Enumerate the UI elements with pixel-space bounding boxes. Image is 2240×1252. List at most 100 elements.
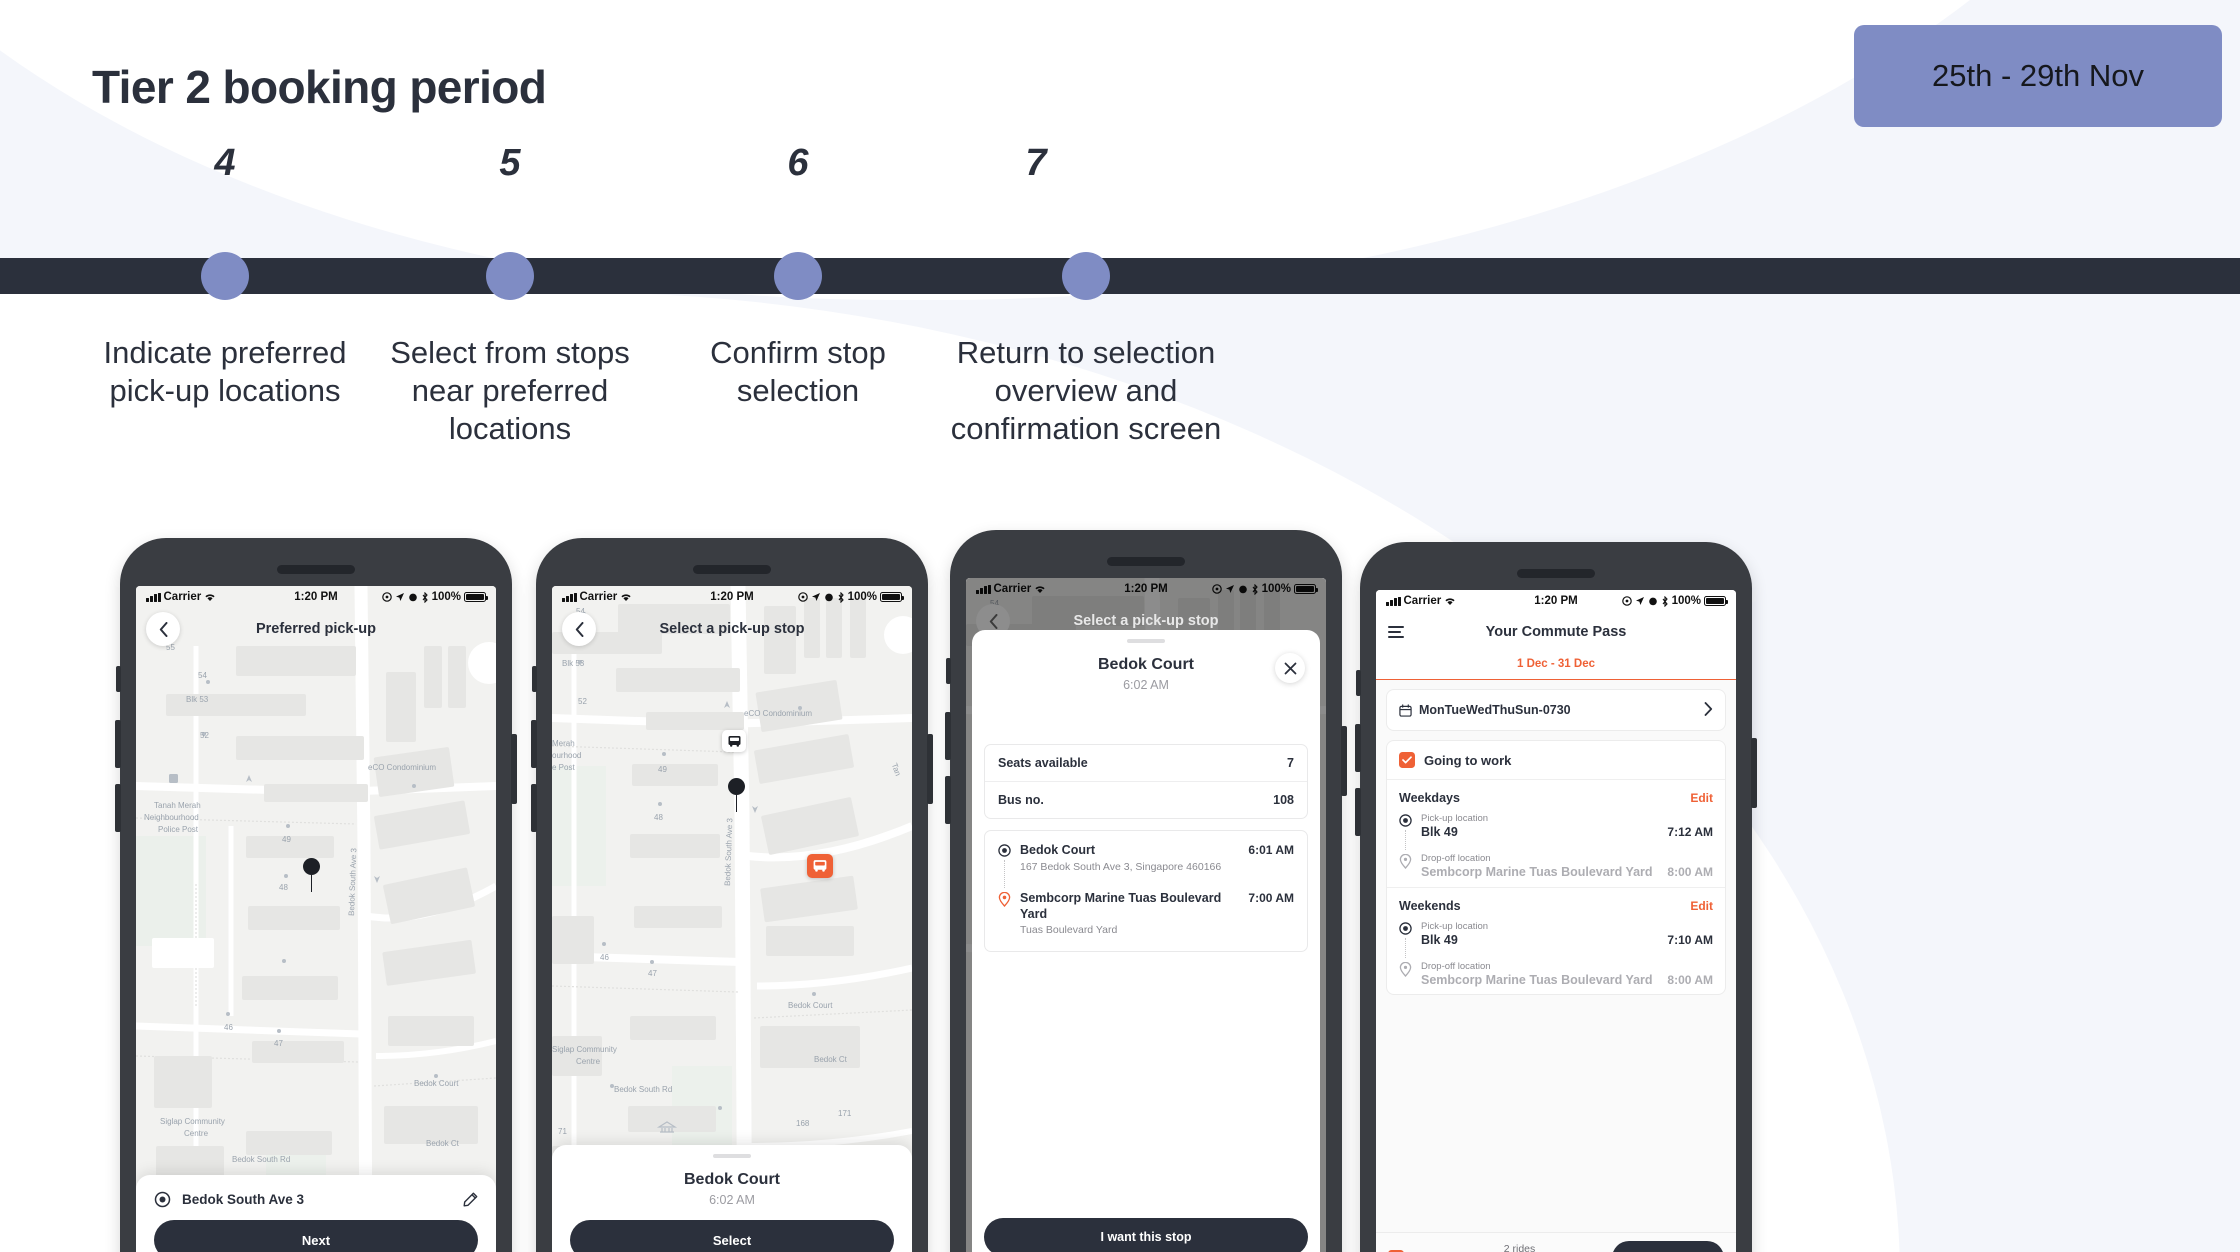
bus-icon xyxy=(728,735,740,747)
next-button[interactable]: Next xyxy=(154,1220,478,1252)
step-dot-icon xyxy=(201,252,249,300)
battery-percent: 100% xyxy=(431,591,461,603)
svg-text:47: 47 xyxy=(274,1039,283,1048)
close-button[interactable] xyxy=(1275,653,1305,683)
sheet-grabber[interactable] xyxy=(1127,639,1165,643)
weekdays-pickup-leg: Pick-up location Blk 49 7:12 AM xyxy=(1399,813,1713,853)
svg-text:71: 71 xyxy=(558,1127,567,1136)
svg-text:52: 52 xyxy=(200,731,209,740)
svg-text:46: 46 xyxy=(600,953,609,962)
schedule-selector-row[interactable]: MonTueWedThuSun-0730 xyxy=(1387,690,1725,730)
phone4-footer: All 2 rides $ 0.00 Confirm xyxy=(1376,1232,1736,1252)
chevron-left-icon xyxy=(575,621,583,637)
pickup-time: 7:10 AM xyxy=(1667,932,1713,947)
confirm-button[interactable]: Confirm xyxy=(1612,1240,1724,1252)
phone-mute-button xyxy=(116,666,121,692)
phone-volume-down-button xyxy=(115,784,121,832)
phone2-screen: 54 Blk 53 52 Merah ourhood e Post 49 48 … xyxy=(552,586,912,1252)
selected-address-label: Bedok South Ave 3 xyxy=(182,1192,305,1207)
svg-text:47: 47 xyxy=(648,969,657,978)
select-button[interactable]: Select xyxy=(570,1220,894,1252)
edit-weekdays-link[interactable]: Edit xyxy=(1690,791,1713,805)
phone-power-button xyxy=(511,734,517,804)
pickup-location-label: Pick-up location xyxy=(1421,920,1489,932)
svg-text:171: 171 xyxy=(838,1109,852,1118)
schedule-selector-card[interactable]: MonTueWedThuSun-0730 xyxy=(1386,689,1726,731)
svg-text:46: 46 xyxy=(224,1023,233,1032)
route-leg-pickup: Bedok Court 6:01 AM 167 Bedok South Ave … xyxy=(998,843,1294,891)
phone1-screen: 55 54 Blk 53 52 Tanah Merah Neighbourhoo… xyxy=(136,586,496,1252)
route-leg-dropoff: Sembcorp Marine Tuas Boulevard Yard 7:00… xyxy=(998,891,1294,938)
preferred-location-pin[interactable] xyxy=(303,858,320,892)
preferred-location-pin[interactable] xyxy=(728,778,745,812)
commute-pass-view: Carrier 1:20 PM 100% Your Commute Pass 1… xyxy=(1376,590,1736,1252)
selected-address-row[interactable]: Bedok South Ave 3 xyxy=(136,1175,496,1220)
info-label: Seats available xyxy=(998,756,1088,770)
edit-weekends-link[interactable]: Edit xyxy=(1690,899,1713,913)
pin-stem xyxy=(735,795,738,812)
svg-text:Siglap Community: Siglap Community xyxy=(160,1117,225,1126)
svg-text:Blk 53: Blk 53 xyxy=(562,659,585,668)
weekends-pickup-leg: Pick-up location Blk 49 7:10 AM xyxy=(1399,921,1713,961)
phone1-map[interactable]: 55 54 Blk 53 52 Tanah Merah Neighbourhoo… xyxy=(136,586,496,1252)
checkbox-checked-icon[interactable] xyxy=(1399,752,1415,768)
location-services-icon xyxy=(1621,596,1632,606)
i-want-this-stop-button[interactable]: I want this stop xyxy=(984,1218,1308,1252)
phone3-title: Select a pick-up stop xyxy=(1073,613,1219,629)
back-button[interactable] xyxy=(146,612,180,646)
back-button[interactable] xyxy=(562,612,596,646)
leg-address: Tuas Boulevard Yard xyxy=(1020,924,1118,937)
phone4-title-row: Your Commute Pass xyxy=(1376,612,1736,652)
phone-volume-up-button xyxy=(115,720,121,768)
info-label: Bus no. xyxy=(998,793,1044,807)
step-number: 7 xyxy=(1025,142,1047,184)
trip-label: Going to work xyxy=(1424,752,1512,768)
going-to-work-row[interactable]: Going to work xyxy=(1387,741,1725,780)
chevron-right-icon[interactable] xyxy=(1704,702,1713,719)
pencil-icon[interactable] xyxy=(463,1192,478,1207)
weekends-header: Weekends Edit xyxy=(1399,899,1713,913)
phone4-header: Carrier 1:20 PM 100% Your Commute Pass 1… xyxy=(1376,590,1736,680)
stop-time: 6:02 AM xyxy=(709,1193,755,1207)
pickup-time: 7:12 AM xyxy=(1667,825,1713,839)
calendar-icon xyxy=(1399,703,1412,717)
svg-text:eCO Condominium: eCO Condominium xyxy=(744,709,812,718)
selected-bus-stop-marker[interactable] xyxy=(807,854,833,878)
location-services-icon xyxy=(797,592,808,602)
leg-name: Sembcorp Marine Tuas Boulevard Yard xyxy=(1020,891,1222,921)
phone-volume-up-button xyxy=(531,720,537,768)
weekends-section: Weekends Edit Pick-up location Blk 49 7:… xyxy=(1387,886,1725,995)
pickup-name: Blk 49 xyxy=(1421,825,1458,839)
alarm-icon xyxy=(1648,597,1657,606)
dropoff-name: Sembcorp Marine Tuas Boulevard Yard xyxy=(1421,972,1653,987)
svg-text:48: 48 xyxy=(279,883,288,892)
svg-text:Bedok Ct: Bedok Ct xyxy=(426,1139,460,1148)
target-icon xyxy=(998,844,1011,857)
phone-power-button xyxy=(1341,726,1347,796)
svg-text:48: 48 xyxy=(654,813,663,822)
phone-volume-down-button xyxy=(945,776,951,824)
alarm-icon xyxy=(408,593,417,602)
phone-speaker-notch xyxy=(277,565,355,574)
phone-mockup-1: 55 54 Blk 53 52 Tanah Merah Neighbourhoo… xyxy=(115,538,517,1252)
svg-text:Centre: Centre xyxy=(184,1129,209,1138)
section-title: Weekends xyxy=(1399,898,1461,913)
battery-percent: 100% xyxy=(1671,595,1701,607)
bus-stop-marker[interactable] xyxy=(722,730,746,752)
info-row-bus-no: Bus no. 108 xyxy=(985,782,1307,818)
phone4-title: Your Commute Pass xyxy=(1485,624,1627,640)
phone-power-button xyxy=(927,734,933,804)
sheet-grabber[interactable] xyxy=(713,1154,751,1158)
phone-mockup-4: Carrier 1:20 PM 100% Your Commute Pass 1… xyxy=(1355,542,1757,1252)
weekdays-dropoff-leg: Drop-off location Sembcorp Marine Tuas B… xyxy=(1399,853,1713,881)
svg-text:Neighbourhood: Neighbourhood xyxy=(144,813,199,822)
date-range-label: 25th - 29th Nov xyxy=(1932,58,2144,93)
phone-speaker-notch xyxy=(1517,569,1595,578)
phone4-screen: Carrier 1:20 PM 100% Your Commute Pass 1… xyxy=(1376,590,1736,1252)
stop-name: Bedok Court xyxy=(684,1171,780,1188)
phone2-title: Select a pick-up stop xyxy=(659,621,805,637)
svg-text:Blk 53: Blk 53 xyxy=(186,695,209,704)
step-dot-icon xyxy=(486,252,534,300)
phone1-status-bar: Carrier 1:20 PM 100% xyxy=(136,586,496,608)
schedule-value: MonTueWedThuSun-0730 xyxy=(1419,703,1571,717)
